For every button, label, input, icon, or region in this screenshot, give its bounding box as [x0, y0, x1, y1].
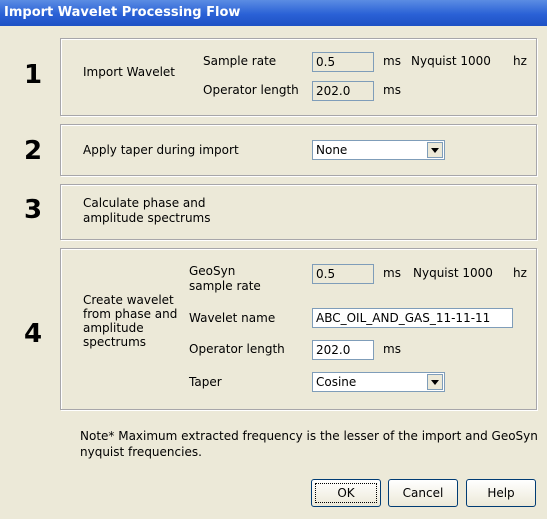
- note-line1: Note* Maximum extracted frequency is the…: [80, 429, 538, 443]
- operator-length-label: Operator length: [203, 83, 299, 97]
- create-wavelet-label-line3: amplitude: [83, 321, 144, 335]
- step-2-number: 2: [23, 136, 43, 166]
- geosyn-sample-rate-unit: ms: [383, 266, 401, 280]
- operator-length-field[interactable]: 202.0: [312, 81, 374, 101]
- note-text: Note* Maximum extracted frequency is the…: [80, 428, 540, 460]
- apply-taper-panel: Apply taper during import None: [60, 124, 537, 176]
- operator-length-4-label: Operator length: [189, 342, 285, 356]
- calculate-spectrums-panel: Calculate phase and amplitude spectrums: [60, 184, 537, 240]
- step-4-number: 4: [23, 319, 43, 349]
- geosyn-label-line1: GeoSyn: [189, 264, 236, 278]
- apply-taper-label: Apply taper during import: [83, 143, 239, 157]
- nyquist-label: Nyquist 1000: [411, 54, 491, 68]
- nyquist-unit: hz: [513, 54, 527, 68]
- create-wavelet-label-line1: Create wavelet: [83, 293, 174, 307]
- step-1-number: 1: [23, 60, 43, 90]
- taper-label: Taper: [189, 375, 222, 389]
- geosyn-nyquist-label: Nyquist 1000: [413, 266, 493, 280]
- ok-button-label: OK: [315, 483, 377, 503]
- cancel-button[interactable]: Cancel: [388, 479, 458, 507]
- create-wavelet-panel: Create wavelet from phase and amplitude …: [60, 248, 537, 410]
- create-wavelet-label-line4: spectrums: [83, 335, 147, 349]
- import-wavelet-label: Import Wavelet: [83, 65, 175, 79]
- calculate-spectrums-label-line1: Calculate phase and: [83, 196, 206, 210]
- import-wavelet-panel: Import Wavelet Sample rate 0.5 ms Nyquis…: [60, 38, 537, 116]
- ok-button[interactable]: OK: [311, 479, 381, 507]
- create-wavelet-label-line2: from phase and: [83, 307, 178, 321]
- sample-rate-label: Sample rate: [203, 54, 277, 68]
- help-button[interactable]: Help: [466, 479, 536, 507]
- geosyn-sample-rate-field[interactable]: 0.5: [312, 264, 374, 284]
- geosyn-label-line2: sample rate: [189, 279, 261, 293]
- calculate-spectrums-label-line2: amplitude spectrums: [83, 211, 211, 225]
- operator-length-4-input[interactable]: 202.0: [312, 340, 374, 360]
- wavelet-name-label: Wavelet name: [189, 311, 276, 325]
- taper-select[interactable]: Cosine: [312, 372, 445, 392]
- import-wavelet-dialog: Import Wavelet Processing Flow 1 Import …: [0, 0, 547, 519]
- note-line2: nyquist frequencies.: [80, 445, 202, 459]
- operator-length-unit: ms: [383, 83, 401, 97]
- chevron-down-icon[interactable]: [427, 374, 443, 390]
- operator-length-4-unit: ms: [383, 342, 401, 356]
- sample-rate-unit: ms: [383, 54, 401, 68]
- wavelet-name-input[interactable]: ABC_OIL_AND_GAS_11-11-11: [312, 308, 513, 328]
- sample-rate-field[interactable]: 0.5: [312, 52, 374, 72]
- geosyn-nyquist-unit: hz: [513, 266, 527, 280]
- import-taper-value: None: [316, 143, 348, 157]
- step-3-number: 3: [23, 195, 43, 225]
- taper-value: Cosine: [316, 375, 357, 389]
- import-taper-select[interactable]: None: [312, 140, 445, 160]
- dialog-title: Import Wavelet Processing Flow: [0, 0, 547, 26]
- chevron-down-icon[interactable]: [427, 142, 443, 158]
